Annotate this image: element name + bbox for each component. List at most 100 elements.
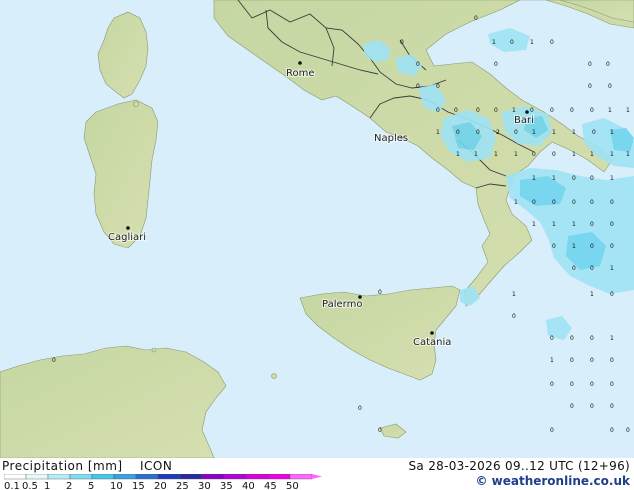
precip-value: 1: [552, 129, 556, 136]
precip-value: 0: [494, 61, 498, 68]
precip-value: 1: [530, 39, 534, 46]
precip-value: 0: [610, 381, 614, 388]
scale-tick-label: 30: [198, 481, 211, 490]
precip-value: 0: [52, 357, 56, 364]
precip-value: 0: [550, 107, 554, 114]
precip-value: 0: [590, 403, 594, 410]
scale-tick-label: 25: [176, 481, 189, 490]
city-marker-bari: [525, 110, 529, 114]
precip-value: 0: [610, 221, 614, 228]
precip-value: 1: [514, 199, 518, 206]
precip-value: 0: [610, 357, 614, 364]
precip-value: 0: [610, 403, 614, 410]
precip-value: 0: [436, 83, 440, 90]
island: [151, 347, 157, 353]
precip-value: 0: [514, 129, 518, 136]
precip-value: 0: [590, 199, 594, 206]
scale-swatch: [47, 474, 71, 480]
precip-value: 0: [570, 381, 574, 388]
precip-value: 0: [476, 107, 480, 114]
precip-value: 0: [530, 107, 534, 114]
scale-tick-label: 20: [154, 481, 167, 490]
precip-value: 0: [590, 381, 594, 388]
scale-arrow: [312, 474, 322, 479]
precip-value: 0: [378, 427, 382, 434]
legend-title: Precipitation [mm]: [2, 459, 123, 473]
precip-value: 0: [590, 265, 594, 272]
precip-value: 0: [588, 83, 592, 90]
scale-swatch: [69, 474, 93, 480]
precip-value: 0: [570, 403, 574, 410]
precip-value: 0: [626, 427, 630, 434]
precip-value: 0: [606, 61, 610, 68]
precip-value: 0: [610, 291, 614, 298]
scale-swatch: [179, 474, 203, 480]
precip-value: 0: [610, 243, 614, 250]
scale-tick-label: 0.1: [4, 481, 20, 490]
precipitation-map: 0 1 0 1 0 0 0 0 0 0 0 0 0 0 0 0 0 0 1 0 0 0 0 1 1 1 0 0 2 0 1 1 1 0 1 1 1 1 1 0…: [0, 0, 634, 458]
precip-value: 1: [456, 151, 460, 158]
precip-value: 1: [610, 175, 614, 182]
precip-value: 0: [494, 107, 498, 114]
precip-value: 0: [550, 427, 554, 434]
precip-value: 0: [510, 39, 514, 46]
scale-tick-label: 50: [286, 481, 299, 490]
precip-value: 0: [590, 175, 594, 182]
precip-value: 0: [456, 129, 460, 136]
color-scale: 0.1 0.5 1 2 5 10 15 20 25 30 35 40 45 50: [4, 474, 322, 490]
precip-value: 0: [590, 221, 594, 228]
island: [271, 373, 277, 379]
precip-value: 1: [590, 291, 594, 298]
site-credit[interactable]: © weatheronline.co.uk: [475, 474, 630, 488]
city-marker-cagliari: [126, 226, 130, 230]
precip-value: 1: [550, 357, 554, 364]
precip-value: 1: [532, 129, 536, 136]
scale-swatch: [135, 474, 159, 480]
precip-value: 1: [494, 151, 498, 158]
precip-value: 1: [610, 129, 614, 136]
precip-value: 1: [512, 107, 516, 114]
scale-swatch: [267, 474, 291, 480]
model-name: ICON: [140, 459, 173, 473]
scale-tick-label: 15: [132, 481, 145, 490]
precip-value: 1: [626, 151, 630, 158]
precip-value: 0: [572, 265, 576, 272]
precip-value: 0: [436, 107, 440, 114]
precip-value: 0: [358, 405, 362, 412]
scale-swatch: [245, 474, 269, 480]
precip-value: 0: [572, 199, 576, 206]
scale-tick-label: 0.5: [22, 481, 38, 490]
scale-tick-label: 10: [110, 481, 123, 490]
precip-value: 0: [550, 39, 554, 46]
scale-swatch: [201, 474, 225, 480]
scale-swatch: [223, 474, 247, 480]
precip-value: 0: [552, 151, 556, 158]
island: [133, 101, 139, 107]
scale-tick-label: 35: [220, 481, 233, 490]
precip-value: 1: [610, 335, 614, 342]
scale-tick-label: 5: [88, 481, 94, 490]
scale-tick-label: 2: [66, 481, 72, 490]
precip-value: 0: [474, 15, 478, 22]
precip-value: 0: [590, 357, 594, 364]
precip-value: 1: [572, 129, 576, 136]
scale-tick-label: 45: [264, 481, 277, 490]
precip-value: 0: [592, 129, 596, 136]
city-label-cagliari: Cagliari: [108, 232, 146, 243]
precip-value: 0: [572, 175, 576, 182]
precip-value: 0: [590, 335, 594, 342]
precip-value: 1: [572, 221, 576, 228]
city-label-rome: Rome: [286, 68, 315, 79]
precip-value: 0: [552, 199, 556, 206]
precip-value: 0: [590, 107, 594, 114]
precip-value: 0: [550, 335, 554, 342]
precip-value: 1: [492, 39, 496, 46]
city-label-naples: Naples: [374, 133, 408, 144]
precip-value: 1: [608, 107, 612, 114]
precip-value: 1: [572, 243, 576, 250]
precip-value: 1: [610, 265, 614, 272]
forecast-datetime: Sa 28-03-2026 09..12 UTC (12+96): [408, 459, 630, 473]
scale-swatch: [157, 474, 181, 480]
precip-value: 0: [512, 313, 516, 320]
precip-value: 1: [512, 291, 516, 298]
